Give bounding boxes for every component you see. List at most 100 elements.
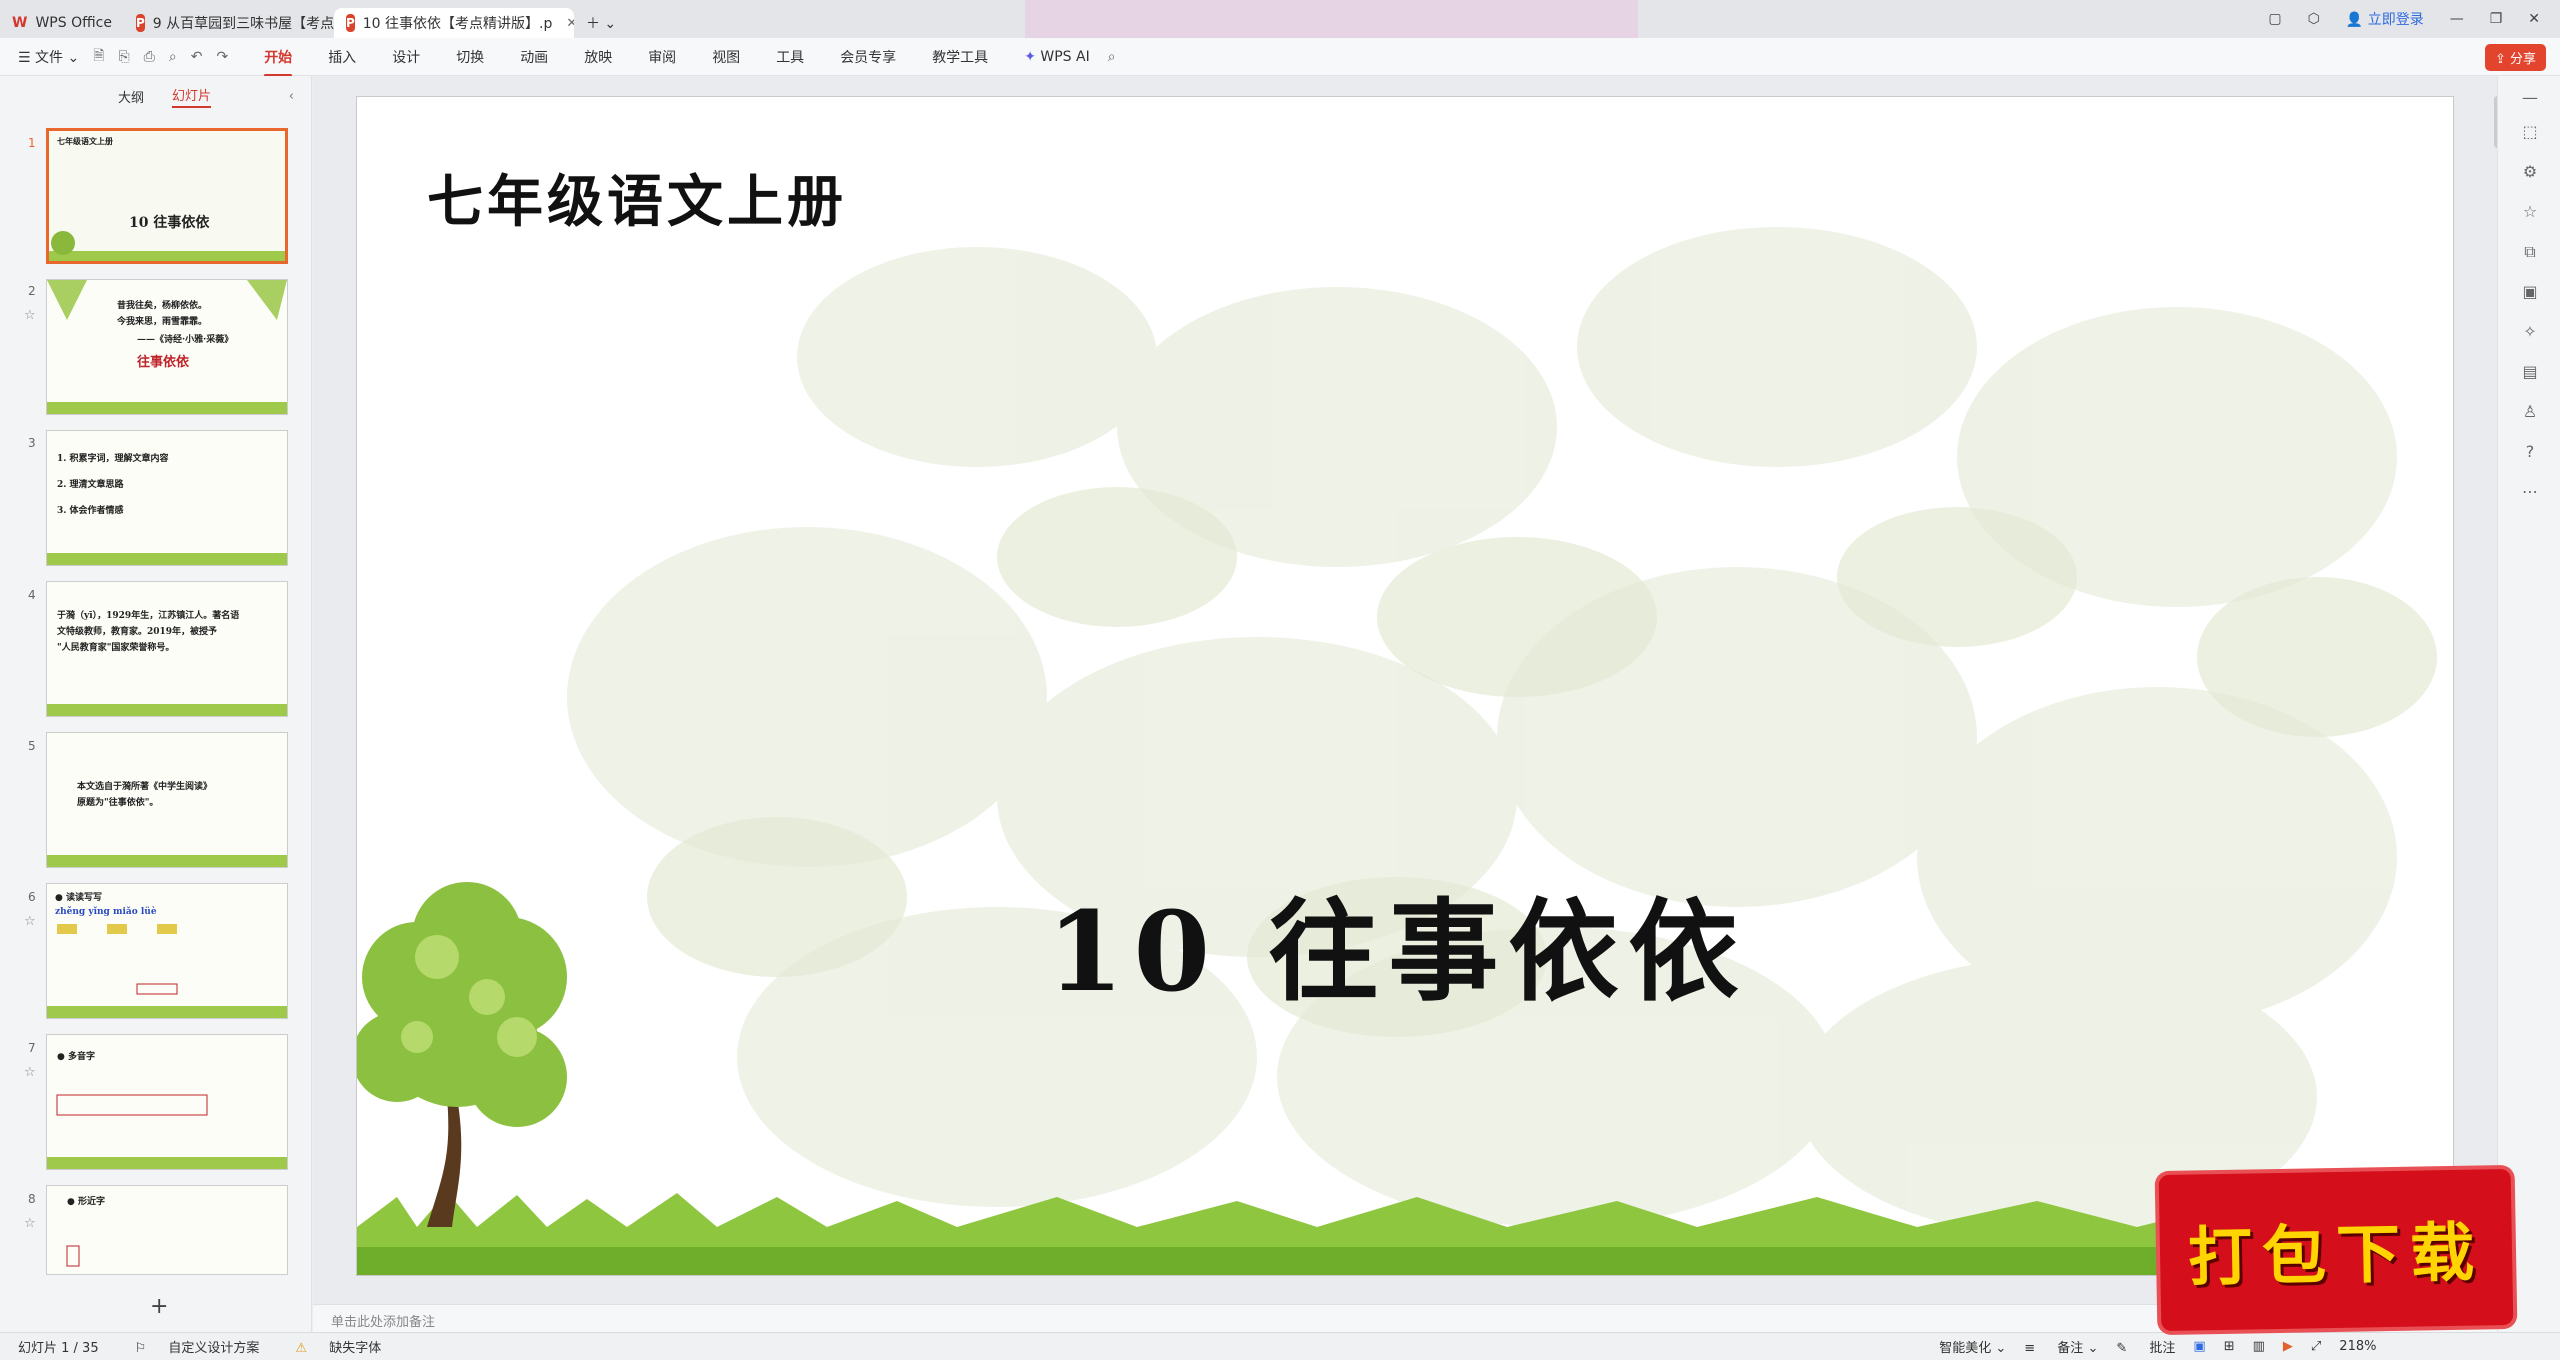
print-icon[interactable]: ⎙ (144, 49, 155, 65)
minimize-icon[interactable]: — (2450, 11, 2464, 27)
search-icon[interactable]: ⌕ (1108, 49, 1116, 65)
thumb-slide-2[interactable]: 昔我往矣，杨柳依依。 今我来思，雨雪霏霏。 ——《诗经·小雅·采薇》 往事依依 (46, 279, 288, 415)
zoom-level[interactable]: 218% (2339, 1339, 2376, 1354)
close-window-icon[interactable]: ✕ (2528, 11, 2540, 27)
tab-view[interactable]: 视图 (712, 41, 740, 73)
box-icon[interactable]: ⬡ (2308, 11, 2320, 27)
missing-font-button[interactable]: ⚠ 缺失字体 (277, 1337, 381, 1356)
thumb-line: 文特级教师，教育家。2019年，被授予 (57, 627, 218, 637)
notes-toggle[interactable]: ≡ 备注 ⌄ (2024, 1337, 2098, 1356)
help-icon[interactable]: ? (2520, 442, 2540, 462)
status-bar: 幻灯片 1 / 35 ⚐ 自定义设计方案 ⚠ 缺失字体 智能美化 ⌄ ≡ 备注 … (0, 1332, 2560, 1360)
tab-doc-10[interactable]: P 10 往事依依【考点精讲版】.p ✕ (333, 8, 574, 38)
tab-slideshow[interactable]: 放映 (584, 41, 612, 73)
custom-design-label: 自定义设计方案 (168, 1341, 260, 1356)
login-link[interactable]: 👤 立即登录 (2346, 9, 2424, 29)
tab-home[interactable]: W WPS Office (0, 8, 124, 38)
wps-logo-icon: W (12, 15, 28, 31)
tab-teaching[interactable]: 教学工具 (932, 41, 988, 73)
login-label: 立即登录 (2367, 12, 2424, 28)
settings-icon[interactable]: ⚙ (2520, 162, 2540, 182)
tab-label: 10 往事依依【考点精讲版】.p (362, 16, 553, 32)
slide-title[interactable]: 10 往事依依 (1047, 862, 1748, 1022)
layout-icon[interactable]: ▢ (2268, 11, 2281, 27)
file-menu[interactable]: ☰ 文件 ⌄ (18, 47, 79, 67)
warning-icon: ⚠ (295, 1341, 308, 1356)
thumb-line: zhěng yǐng miǎo lüè (55, 907, 157, 917)
book-icon[interactable]: ▤ (2520, 362, 2540, 382)
export-icon[interactable]: ⎘ (118, 49, 129, 65)
thumb-number: 3 (28, 436, 36, 450)
slide-count: 幻灯片 1 / 35 (18, 1341, 99, 1356)
thumb-slide-3[interactable]: 1. 积累字词，理解文章内容 2. 理清文章思路 3. 体会作者情感 (46, 430, 288, 566)
thumb-number: 8 (28, 1192, 36, 1206)
tab-member[interactable]: 会员专享 (840, 41, 896, 73)
share-button[interactable]: ⇪ 分享 (2484, 44, 2546, 71)
wps-ai-button[interactable]: ✦ WPS AI (1024, 43, 1090, 71)
ai-label: WPS AI (1040, 48, 1090, 65)
tab-slides[interactable]: 幻灯片 (172, 85, 212, 108)
star-icon[interactable]: ☆ (24, 308, 36, 323)
beautify-button[interactable]: 智能美化 ⌄ (1921, 1337, 2006, 1356)
thumb-slide-6[interactable]: ● 读读写写 zhěng yǐng miǎo lüè (46, 883, 288, 1019)
magic-icon[interactable]: ✧ (2520, 322, 2540, 342)
download-badge[interactable]: 打包下载 (2158, 1168, 2514, 1332)
ribbon: ☰ 文件 ⌄ 🗎 ⎘ ⎙ ⌕ ↶ ↷ 开始 插入 设计 切换 动画 放映 审阅 … (0, 38, 2560, 77)
star-icon[interactable]: ☆ (24, 914, 36, 929)
image-icon[interactable]: ▣ (2520, 282, 2540, 302)
more-icon[interactable]: ⋯ (2520, 482, 2540, 502)
thumb-slide-1[interactable]: 七年级语文上册 10 往事依依 (46, 128, 288, 264)
comments-toggle[interactable]: ✎ 批注 (2116, 1337, 2175, 1356)
star-icon[interactable]: ☆ (24, 1216, 36, 1231)
collapse-icon[interactable]: ‹ (289, 89, 294, 104)
slide-header[interactable]: 七年级语文上册 (427, 157, 847, 238)
current-slide[interactable]: 七年级语文上册 10 往事依依 (356, 96, 2454, 1276)
tab-outline[interactable]: 大纲 (118, 87, 144, 106)
custom-design-button[interactable]: ⚐ 自定义设计方案 (117, 1337, 260, 1356)
minus-icon[interactable]: — (2520, 88, 2540, 108)
tab-label: WPS Office (35, 15, 112, 31)
play-icon[interactable]: ▶ (2283, 1339, 2293, 1354)
copy-icon[interactable]: ⧉ (2520, 242, 2540, 262)
redo-icon[interactable]: ↷ (216, 49, 228, 65)
thumb-slide-5[interactable]: 本文选自于漪所著《中学生阅读》 原题为"往事依依"。 (46, 732, 288, 868)
thumb-slide-8[interactable]: ● 形近字 (46, 1185, 288, 1275)
thumb-line: ——《诗经·小雅·采薇》 (137, 335, 234, 345)
tab-doc-9[interactable]: P 9 从百草园到三味书屋【考点精讲 (124, 8, 334, 38)
add-slide-button[interactable]: + (150, 1294, 168, 1319)
fit-icon[interactable]: ⤢ (2311, 1339, 2321, 1354)
thumb-bg (49, 131, 285, 261)
reading-view-icon[interactable]: ▥ (2253, 1339, 2265, 1354)
tab-tools[interactable]: 工具 (776, 41, 804, 73)
thumb-line: 于漪（yī），1929年生，江苏镇江人。著名语 (57, 611, 240, 621)
thumb-slide-7[interactable]: ● 多音字 (46, 1034, 288, 1170)
undo-icon[interactable]: ↶ (191, 49, 203, 65)
tab-insert[interactable]: 插入 (328, 41, 356, 73)
file-label: 文件 (35, 49, 64, 66)
star-icon[interactable]: ☆ (2520, 202, 2540, 222)
normal-view-icon[interactable]: ▣ (2193, 1339, 2205, 1354)
preview-icon[interactable]: ⌕ (169, 49, 177, 65)
save-icon[interactable]: 🗎 (93, 45, 104, 69)
shirt-icon[interactable]: ♙ (2520, 402, 2540, 422)
thumb-line: 本文选自于漪所著《中学生阅读》 (77, 782, 213, 792)
thumb-title: 七年级语文上册 (57, 136, 113, 146)
tab-animation[interactable]: 动画 (520, 41, 548, 73)
beautify-label: 智能美化 (1939, 1341, 1992, 1356)
thumb-line: 往事依依 (137, 355, 190, 370)
right-toolbar: — ⬚ ⚙ ☆ ⧉ ▣ ✧ ▤ ♙ ? ⋯ (2497, 76, 2560, 1332)
tab-start[interactable]: 开始 (264, 41, 293, 77)
sorter-view-icon[interactable]: ⊞ (2224, 1339, 2235, 1354)
restore-icon[interactable]: ❐ (2490, 11, 2503, 27)
tab-design[interactable]: 设计 (392, 41, 420, 73)
thumb-slide-4[interactable]: 于漪（yī），1929年生，江苏镇江人。著名语 文特级教师，教育家。2019年，… (46, 581, 288, 717)
star-icon[interactable]: ☆ (24, 1065, 36, 1080)
select-icon[interactable]: ⬚ (2520, 122, 2540, 142)
new-tab-button[interactable]: ＋ ⌄ (574, 8, 628, 38)
thumb-line: 昔我往矣，杨柳依依。 (117, 301, 208, 311)
thumb-line: 3. 体会作者情感 (57, 506, 124, 516)
tab-review[interactable]: 审阅 (648, 41, 676, 73)
thumb-line: ● 读读写写 (55, 893, 102, 903)
close-icon[interactable]: ✕ (566, 16, 574, 31)
tab-transition[interactable]: 切换 (456, 41, 484, 73)
